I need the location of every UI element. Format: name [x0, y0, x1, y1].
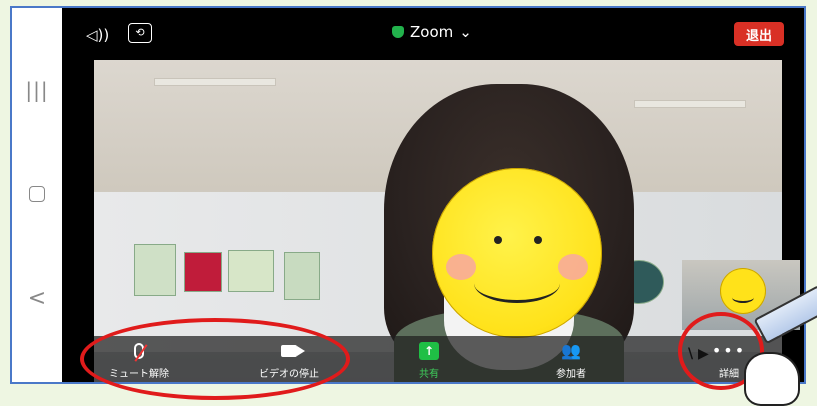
android-nav-bar: ||| < — [12, 8, 62, 382]
pointing-hand-icon — [744, 352, 800, 406]
chevron-down-icon: ⌄ — [459, 23, 472, 41]
smiley-face-icon — [720, 268, 766, 314]
participants-button[interactable]: 👥 参加者 — [526, 339, 616, 381]
wall-poster — [228, 250, 274, 292]
participants-label: 参加者 — [556, 369, 586, 380]
ceiling-light — [634, 100, 746, 108]
share-label: 共有 — [419, 369, 439, 380]
meeting-title[interactable]: Zoom ⌄ — [392, 23, 472, 41]
cheek — [558, 254, 588, 280]
click-burst-icon: \ ▶ — [688, 346, 709, 362]
back-button[interactable]: < — [12, 286, 62, 311]
share-arrow-icon: ↑ — [419, 342, 439, 360]
recent-apps-button[interactable]: ||| — [12, 78, 62, 102]
smiley-face-icon — [432, 168, 602, 338]
camera-switch-icon[interactable]: ⟲ — [128, 23, 152, 43]
cheek — [446, 254, 476, 280]
wall-poster — [134, 244, 176, 296]
leave-button[interactable]: 退出 — [734, 22, 784, 46]
eye — [534, 236, 542, 244]
shield-icon — [392, 26, 404, 38]
meeting-title-label: Zoom — [410, 23, 454, 41]
highlight-ellipse-mute-video — [80, 318, 350, 400]
eye — [494, 236, 502, 244]
wall-poster — [284, 252, 320, 300]
ceiling-light — [154, 78, 276, 86]
share-button[interactable]: ↑ 共有 — [384, 339, 474, 380]
speaker-icon[interactable]: ◁)) — [86, 26, 109, 44]
home-button[interactable] — [12, 186, 62, 206]
meeting-topbar: ◁)) ⟲ Zoom ⌄ 退出 — [62, 8, 804, 60]
wall-poster — [184, 252, 222, 292]
mouth — [474, 264, 560, 303]
home-icon — [29, 186, 45, 202]
participants-icon: 👥 — [561, 341, 581, 360]
